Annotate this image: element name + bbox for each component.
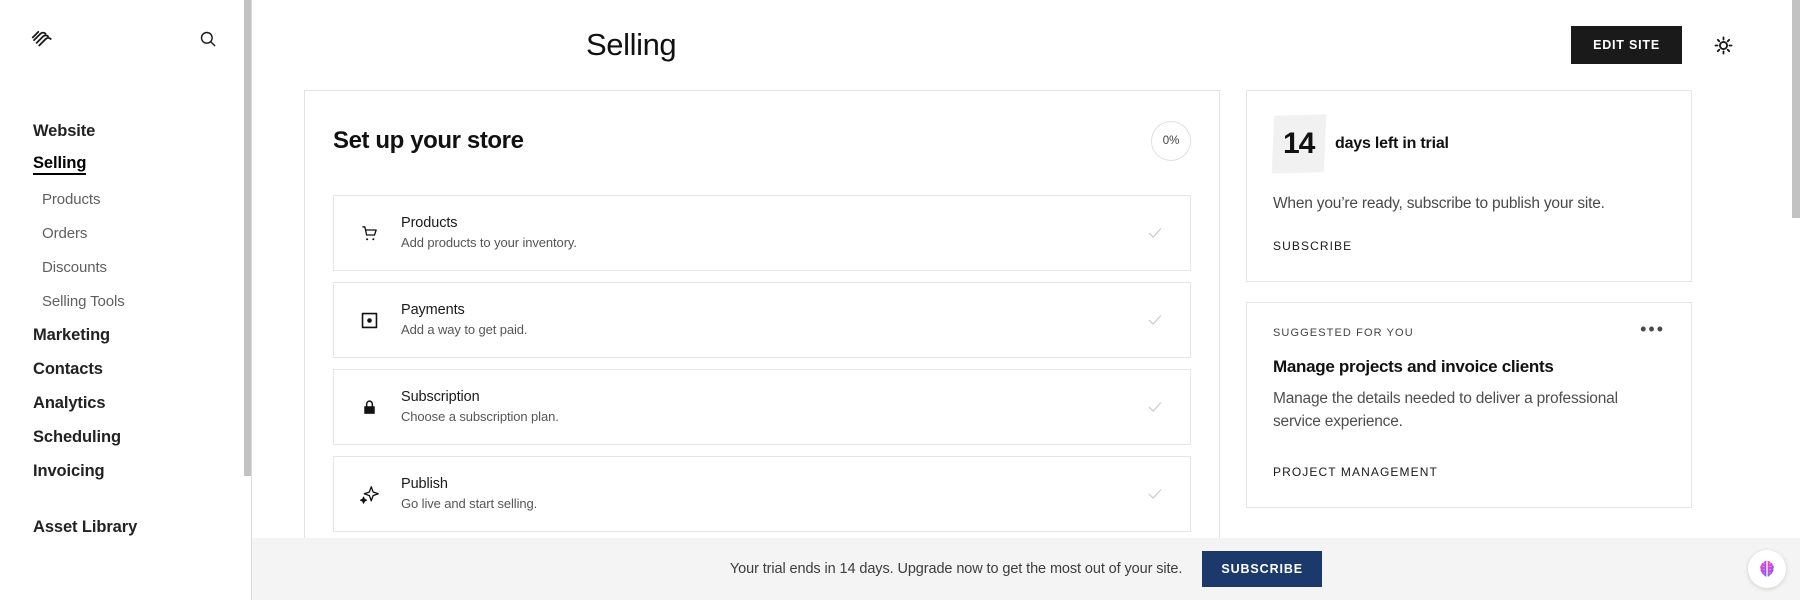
edit-site-button[interactable]: EDIT SITE [1571, 25, 1682, 65]
sidebar-item-orders[interactable]: Orders [0, 216, 251, 250]
store-setup-card: Set up your store 0% Products Add produc… [304, 90, 1220, 551]
ai-brain-icon[interactable] [1748, 550, 1786, 588]
sparkle-icon [356, 484, 382, 505]
trial-days-label: days left in trial [1335, 135, 1449, 152]
sidebar-divider-gap [0, 488, 251, 510]
sidebar-item-marketing[interactable]: Marketing [0, 318, 251, 352]
sidebar-item-label: Marketing [33, 325, 111, 344]
suggested-title: Manage projects and invoice clients [1273, 357, 1554, 377]
task-title: Payments [401, 302, 465, 319]
task-text: Subscription Choose a subscription plan. [401, 388, 1144, 425]
sidebar-item-discounts[interactable]: Discounts [0, 250, 251, 284]
payment-card-icon [356, 311, 382, 330]
suggested-description: Manage the details needed to deliver a p… [1273, 390, 1618, 430]
trial-days-number: 14 [1283, 127, 1315, 160]
task-row-products[interactable]: Products Add products to your inventory. [333, 195, 1191, 271]
sidebar-item-label: Invoicing [33, 461, 105, 480]
sidebar-item-analytics[interactable]: Analytics [0, 386, 251, 420]
sidebar-item-label: Selling Tools [42, 292, 125, 310]
sidebar-item-label: Products [42, 190, 101, 208]
task-title: Subscription [401, 389, 480, 406]
suggested-cta-link[interactable]: PROJECT MANAGEMENT [1273, 465, 1438, 479]
sidebar-item-invoicing[interactable]: Invoicing [0, 454, 251, 488]
main-content: Selling EDIT SITE Set up your store 0% P… [252, 0, 1800, 600]
task-text: Publish Go live and start selling. [401, 475, 1144, 512]
store-setup-header: Set up your store 0% [333, 121, 1191, 195]
sidebar-item-products[interactable]: Products [0, 182, 251, 216]
sidebar-item-label: Contacts [33, 359, 103, 378]
task-row-payments[interactable]: Payments Add a way to get paid. [333, 282, 1191, 358]
checkmark-icon [1144, 311, 1166, 329]
sidebar-item-asset-library[interactable]: Asset Library [0, 510, 251, 544]
task-title: Products [401, 215, 458, 232]
trial-banner-text: Your trial ends in 14 days. Upgrade now … [729, 561, 1183, 577]
trial-days-badge: 14 [1271, 114, 1327, 174]
setup-progress-label: 0% [1162, 135, 1180, 147]
sidebar-nav: Website Selling Products Orders Discount… [0, 78, 251, 544]
trial-days-line: 14 days left in trial [1271, 114, 1665, 174]
setup-progress-ring: 0% [1151, 121, 1191, 161]
main-scrollbar[interactable] [1792, 0, 1800, 218]
gear-icon[interactable] [1710, 32, 1736, 58]
squarespace-logo[interactable] [30, 26, 57, 53]
checkmark-icon [1144, 485, 1166, 503]
sidebar-item-label: Asset Library [33, 517, 138, 536]
checkmark-icon [1144, 398, 1166, 416]
task-text: Payments Add a way to get paid. [401, 301, 1144, 338]
sidebar-item-website[interactable]: Website [0, 114, 251, 148]
sidebar: Website Selling Products Orders Discount… [0, 0, 252, 600]
task-description: Add a way to get paid. [401, 322, 528, 338]
sidebar-item-label: Discounts [42, 258, 107, 276]
store-setup-title: Set up your store [333, 127, 524, 154]
trial-banner: Your trial ends in 14 days. Upgrade now … [252, 538, 1800, 600]
setup-task-list: Products Add products to your inventory. [333, 195, 1191, 532]
sidebar-item-scheduling[interactable]: Scheduling [0, 420, 251, 454]
task-description: Choose a subscription plan. [401, 409, 559, 425]
banner-subscribe-button[interactable]: SUBSCRIBE [1202, 550, 1323, 588]
search-icon[interactable] [195, 26, 221, 52]
sidebar-item-label: Website [33, 121, 96, 140]
sidebar-item-label: Analytics [33, 393, 106, 412]
lock-icon [356, 398, 382, 417]
checkmark-icon [1144, 224, 1166, 242]
sidebar-item-contacts[interactable]: Contacts [0, 352, 251, 386]
task-description: Go live and start selling. [401, 496, 538, 512]
sidebar-header [0, 0, 251, 78]
task-row-subscription[interactable]: Subscription Choose a subscription plan. [333, 369, 1191, 445]
page-title: Selling [586, 27, 677, 62]
sidebar-item-label: Orders [42, 224, 88, 242]
right-column: 14 days left in trial When you’re ready,… [1246, 90, 1692, 509]
trial-body-text: When you’re ready, subscribe to publish … [1273, 195, 1605, 212]
task-row-publish[interactable]: Publish Go live and start selling. [333, 456, 1191, 532]
trial-card: 14 days left in trial When you’re ready,… [1246, 90, 1692, 283]
task-text: Products Add products to your inventory. [401, 214, 1144, 251]
suggested-card-header: SUGGESTED FOR YOU ••• [1273, 320, 1665, 340]
main-header: Selling EDIT SITE [252, 0, 1800, 90]
sidebar-item-label: Selling [33, 155, 87, 176]
sidebar-scrollbar[interactable] [244, 0, 251, 476]
trial-subscribe-link[interactable]: SUBSCRIBE [1273, 239, 1352, 253]
shopping-cart-icon [356, 223, 382, 244]
suggested-card: SUGGESTED FOR YOU ••• Manage projects an… [1246, 302, 1692, 509]
content-row: Set up your store 0% Products Add produc… [252, 90, 1800, 551]
ellipsis-icon[interactable]: ••• [1640, 320, 1665, 338]
sidebar-item-label: Scheduling [33, 427, 121, 446]
task-description: Add products to your inventory. [401, 235, 577, 251]
sidebar-item-selling[interactable]: Selling [0, 148, 251, 182]
app-root: Website Selling Products Orders Discount… [0, 0, 1800, 600]
sidebar-item-selling-tools[interactable]: Selling Tools [0, 284, 251, 318]
suggested-eyebrow: SUGGESTED FOR YOU [1273, 327, 1414, 340]
header-actions: EDIT SITE [1571, 25, 1736, 65]
task-title: Publish [401, 476, 448, 493]
